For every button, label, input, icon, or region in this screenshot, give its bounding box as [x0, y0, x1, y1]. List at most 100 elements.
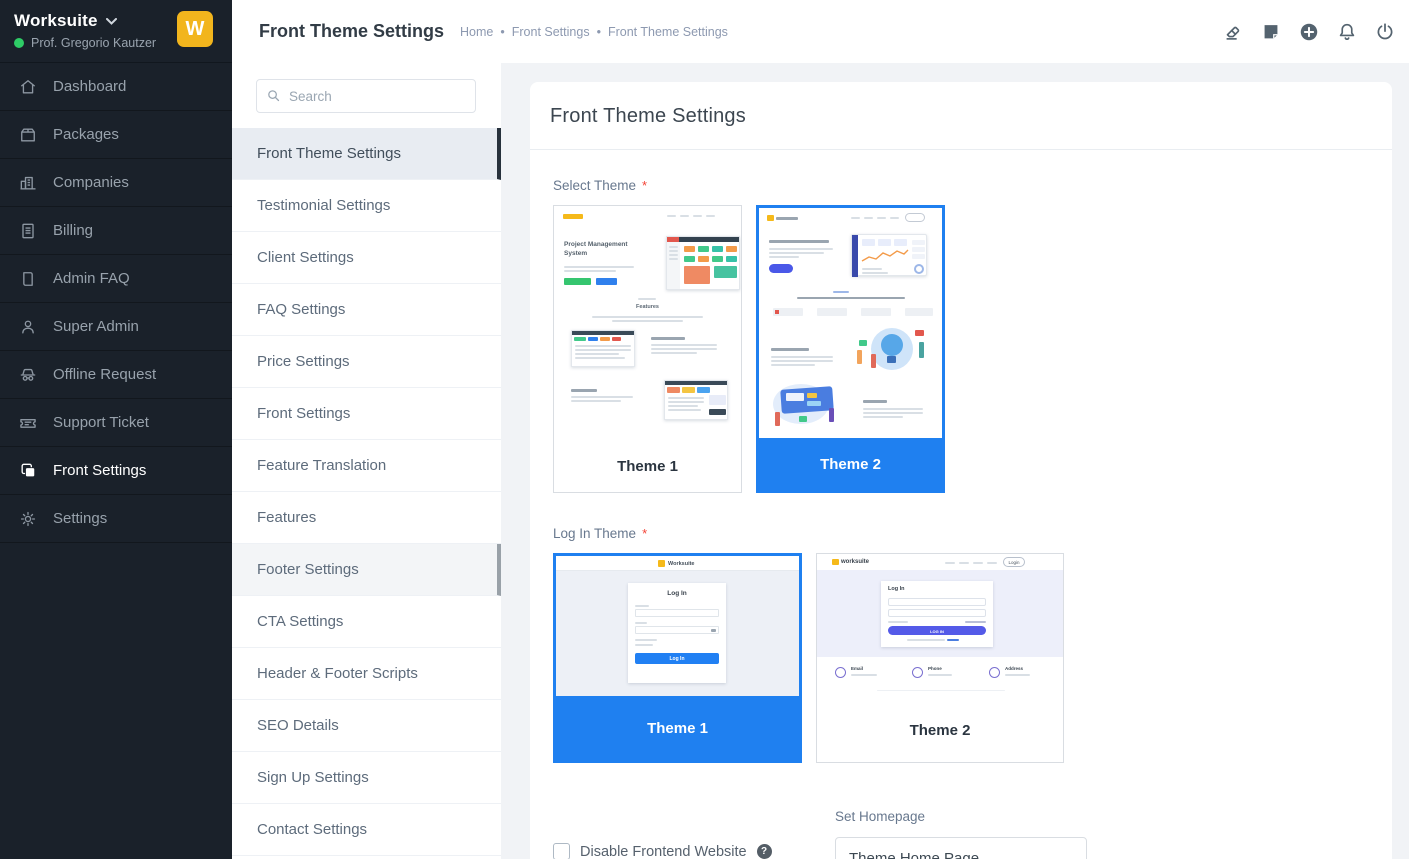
- settings-search-input[interactable]: [256, 79, 476, 113]
- building-icon: [18, 173, 38, 193]
- home-icon: [18, 77, 38, 97]
- sidebar-item-label: Packages: [53, 126, 119, 143]
- disable-frontend-checkbox[interactable]: [553, 843, 570, 859]
- sidebar-item-support-ticket[interactable]: Support Ticket: [0, 399, 232, 447]
- settings-nav-label: Contact Settings: [257, 821, 367, 838]
- theme-2-name: Theme 2: [759, 438, 942, 490]
- page-title: Front Theme Settings: [259, 21, 444, 42]
- select-theme-option-1[interactable]: Project Management System: [553, 205, 742, 493]
- top-header: Front Theme Settings Home • Front Settin…: [232, 0, 1409, 63]
- settings-nav-label: CTA Settings: [257, 613, 343, 630]
- sidebar-item-companies[interactable]: Companies: [0, 159, 232, 207]
- settings-nav-testimonial-settings[interactable]: Testimonial Settings: [232, 180, 501, 232]
- settings-nav-label: Feature Translation: [257, 457, 386, 474]
- sidebar-item-label: Support Ticket: [53, 414, 149, 431]
- sidebar-item-label: Super Admin: [53, 318, 139, 335]
- breadcrumb: Home • Front Settings • Front Theme Sett…: [460, 25, 728, 39]
- select-theme-label: Select Theme*: [553, 178, 1368, 193]
- settings-nav-sign-up-settings[interactable]: Sign Up Settings: [232, 752, 501, 804]
- select-theme-option-2[interactable]: Theme 2: [756, 205, 945, 493]
- login-theme-label: Log In Theme*: [553, 526, 1368, 541]
- breadcrumb-separator: •: [500, 25, 504, 39]
- login-theme-option-2[interactable]: worksuite Login Log In: [816, 553, 1064, 763]
- note-message-icon[interactable]: [1260, 21, 1282, 43]
- settings-nav-front-settings[interactable]: Front Settings: [232, 388, 501, 440]
- sidebar-item-label: Dashboard: [53, 78, 126, 95]
- login-theme-1-name: Theme 1: [556, 696, 799, 760]
- front-theme-settings-card: Front Theme Settings Select Theme*: [530, 82, 1392, 859]
- settings-nav-label: Price Settings: [257, 353, 350, 370]
- settings-nav-features[interactable]: Features: [232, 492, 501, 544]
- sidebar-item-label: Front Settings: [53, 462, 146, 479]
- login-theme-options: Worksuite Log In Log In: [553, 553, 1368, 763]
- homepage-select-value: Theme Home Page: [849, 850, 979, 859]
- clear-cache-eraser-icon[interactable]: [1222, 21, 1244, 43]
- sidebar-item-super-admin[interactable]: Super Admin: [0, 303, 232, 351]
- sidebar-item-settings[interactable]: Settings: [0, 495, 232, 543]
- breadcrumb-separator: •: [597, 25, 601, 39]
- add-plus-circle-icon[interactable]: [1298, 21, 1320, 43]
- settings-nav-feature-translation[interactable]: Feature Translation: [232, 440, 501, 492]
- logout-power-icon[interactable]: [1374, 21, 1396, 43]
- settings-nav-label: Front Theme Settings: [257, 145, 401, 162]
- header-actions: [1222, 21, 1409, 43]
- breadcrumb-current: Front Theme Settings: [608, 25, 728, 39]
- sidebar-item-offline-request[interactable]: Offline Request: [0, 351, 232, 399]
- primary-sidebar-menu: Dashboard Packages Companies Billing Adm…: [0, 63, 232, 543]
- settings-nav-label: Sign Up Settings: [257, 769, 369, 786]
- ticket-icon: [18, 413, 38, 433]
- notifications-bell-icon[interactable]: [1336, 21, 1358, 43]
- invoice-icon: [18, 221, 38, 241]
- settings-nav-label: Features: [257, 509, 316, 526]
- disable-frontend-row: Disable Frontend Website ?: [553, 843, 835, 859]
- theme-1-name: Theme 1: [554, 440, 741, 492]
- breadcrumb-home[interactable]: Home: [460, 25, 493, 39]
- settings-nav-seo-details[interactable]: SEO Details: [232, 700, 501, 752]
- settings-nav-price-settings[interactable]: Price Settings: [232, 336, 501, 388]
- required-asterisk: *: [642, 178, 647, 193]
- sidebar-item-dashboard[interactable]: Dashboard: [0, 63, 232, 111]
- sidebar-item-label: Companies: [53, 174, 129, 191]
- login-theme-option-1[interactable]: Worksuite Log In Log In: [553, 553, 802, 763]
- settings-nav-faq-settings[interactable]: FAQ Settings: [232, 284, 501, 336]
- sidebar-item-admin-faq[interactable]: Admin FAQ: [0, 255, 232, 303]
- sidebar-item-packages[interactable]: Packages: [0, 111, 232, 159]
- homepage-select[interactable]: Theme Home Page: [835, 837, 1087, 859]
- required-asterisk: *: [642, 526, 647, 541]
- sidebar-item-label: Offline Request: [53, 366, 156, 383]
- sidebar-item-label: Admin FAQ: [53, 270, 130, 287]
- gear-icon: [18, 509, 38, 529]
- login-theme-1-preview-image: Worksuite Log In Log In: [556, 556, 799, 696]
- settings-nav-label: Client Settings: [257, 249, 354, 266]
- theme-1-preview-image: Project Management System: [554, 206, 741, 440]
- chevron-down-icon: [106, 12, 117, 30]
- workspace-switcher[interactable]: Worksuite Prof. Gregorio Kautzer W: [0, 0, 232, 63]
- settings-nav-label: Header & Footer Scripts: [257, 665, 418, 682]
- settings-nav-label: Footer Settings: [257, 561, 359, 578]
- settings-nav-header-footer-scripts[interactable]: Header & Footer Scripts: [232, 648, 501, 700]
- settings-nav-front-theme-settings[interactable]: Front Theme Settings: [232, 128, 501, 180]
- set-homepage-label: Set Homepage: [835, 809, 1087, 824]
- login-theme-2-name: Theme 2: [817, 698, 1063, 762]
- app-logo[interactable]: W: [177, 11, 213, 47]
- sidebar-item-billing[interactable]: Billing: [0, 207, 232, 255]
- settings-nav-client-settings[interactable]: Client Settings: [232, 232, 501, 284]
- settings-nav-footer-settings[interactable]: Footer Settings: [232, 544, 501, 596]
- question-circle-icon[interactable]: ?: [757, 844, 772, 859]
- document-icon: [18, 269, 38, 289]
- sidebar-item-label: Billing: [53, 222, 93, 239]
- settings-nav-label: SEO Details: [257, 717, 339, 734]
- settings-nav-label: Front Settings: [257, 405, 350, 422]
- sidebar-item-front-settings[interactable]: Front Settings: [0, 447, 232, 495]
- card-title: Front Theme Settings: [550, 105, 1368, 128]
- sidebar-item-label: Settings: [53, 510, 107, 527]
- settings-nav-cta-settings[interactable]: CTA Settings: [232, 596, 501, 648]
- settings-nav-contact-settings[interactable]: Contact Settings: [232, 804, 501, 856]
- settings-nav-label: Testimonial Settings: [257, 197, 390, 214]
- front-theme-settings-page: Worksuite Prof. Gregorio Kautzer W Dashb…: [0, 0, 1409, 859]
- front-settings-icon: [18, 461, 38, 481]
- user-icon: [18, 317, 38, 337]
- breadcrumb-front-settings[interactable]: Front Settings: [512, 25, 590, 39]
- select-theme-options: Project Management System: [553, 205, 1368, 493]
- login-theme-2-preview-image: worksuite Login Log In: [817, 554, 1063, 698]
